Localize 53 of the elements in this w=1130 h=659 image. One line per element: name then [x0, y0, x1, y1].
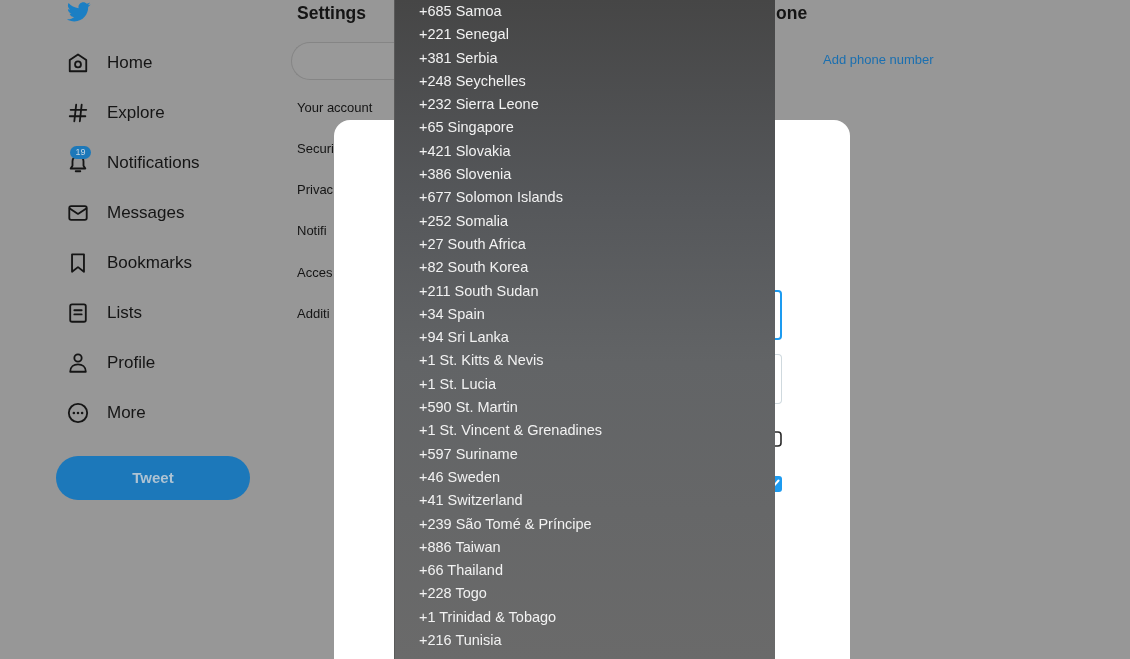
- dropdown-option[interactable]: +27 South Africa: [417, 232, 528, 257]
- dropdown-option[interactable]: +597 Suriname: [417, 442, 520, 466]
- dropdown-option[interactable]: +1 St. Lucia: [417, 372, 498, 397]
- dropdown-option[interactable]: +239 São Tomé & Príncipe: [417, 512, 594, 536]
- dropdown-option[interactable]: +421 Slovakia: [417, 139, 513, 164]
- hashtag-icon: [67, 102, 89, 124]
- sidebar-nav-link[interactable]: Bookmarks: [107, 250, 193, 276]
- dropdown-option[interactable]: +386 Slovenia: [417, 163, 514, 187]
- dropdown-option[interactable]: +232 Sierra Leone: [417, 93, 541, 117]
- dropdown-option[interactable]: +228 Togo: [417, 582, 489, 606]
- sidebar-nav-link[interactable]: Messages: [107, 200, 185, 226]
- notification-badge: 19: [70, 146, 91, 159]
- dropdown-option[interactable]: +1 St. Vincent & Grenadines: [417, 419, 605, 443]
- settings-title: Settings: [297, 2, 368, 25]
- dropdown-option[interactable]: +65 Singapore: [417, 116, 516, 140]
- settings-menu-link[interactable]: Additi: [297, 303, 330, 324]
- sidebar-nav-link[interactable]: Notifications: [107, 150, 200, 176]
- dropdown-option[interactable]: +685 Samoa: [417, 0, 504, 24]
- sidebar-nav-link[interactable]: Profile: [107, 350, 156, 376]
- dropdown-option[interactable]: +886 Taiwan: [417, 535, 503, 560]
- home-icon: [67, 52, 89, 74]
- dropdown-option[interactable]: +94 Sri Lanka: [417, 326, 511, 350]
- document-icon: [67, 302, 89, 324]
- dropdown-option[interactable]: +248 Seychelles: [417, 69, 528, 94]
- dropdown-option[interactable]: +1 St. Kitts & Nevis: [417, 349, 546, 373]
- dropdown-option[interactable]: +677 Solomon Islands: [417, 186, 565, 210]
- dropdown-option[interactable]: +41 Switzerland: [417, 489, 525, 513]
- settings-menu-link[interactable]: Acces: [297, 262, 333, 283]
- dropdown-option[interactable]: +216 Tunisia: [417, 629, 504, 653]
- dropdown-option[interactable]: +590 St. Martin: [417, 396, 520, 420]
- dropdown-option[interactable]: +46 Sweden: [417, 465, 503, 490]
- settings-menu-link[interactable]: Notifi: [297, 221, 327, 241]
- envelope-icon: [67, 202, 89, 224]
- sidebar-nav-link[interactable]: Lists: [107, 300, 142, 326]
- dropdown-option[interactable]: +211 South Sudan: [417, 279, 541, 303]
- dropdown-option[interactable]: +82 South Korea: [417, 256, 531, 280]
- settings-menu-link[interactable]: Privac: [297, 180, 334, 200]
- dropdown-option[interactable]: +252 Somalia: [417, 209, 511, 233]
- settings-menu-link[interactable]: Securi: [297, 139, 334, 159]
- ellipsis-circle-icon: [67, 402, 89, 424]
- settings-menu-link[interactable]: Your account: [297, 97, 373, 118]
- dropdown-option[interactable]: +1 Trinidad & Tobago: [417, 605, 559, 629]
- dropdown-option[interactable]: +34 Spain: [417, 302, 487, 327]
- bird-icon: [66, 2, 91, 23]
- section-heading: one: [776, 2, 809, 25]
- dropdown-option[interactable]: +221 Senegal: [417, 23, 511, 47]
- search-field[interactable]: [291, 42, 395, 80]
- sidebar-nav-link[interactable]: More: [107, 400, 146, 426]
- dropdown-option[interactable]: +66 Thailand: [417, 559, 505, 583]
- sidebar-nav-link[interactable]: Home: [107, 50, 153, 76]
- person-icon: [67, 352, 89, 374]
- dropdown-option[interactable]: +381 Serbia: [417, 46, 500, 70]
- sidebar-nav-link[interactable]: Explore: [107, 100, 165, 126]
